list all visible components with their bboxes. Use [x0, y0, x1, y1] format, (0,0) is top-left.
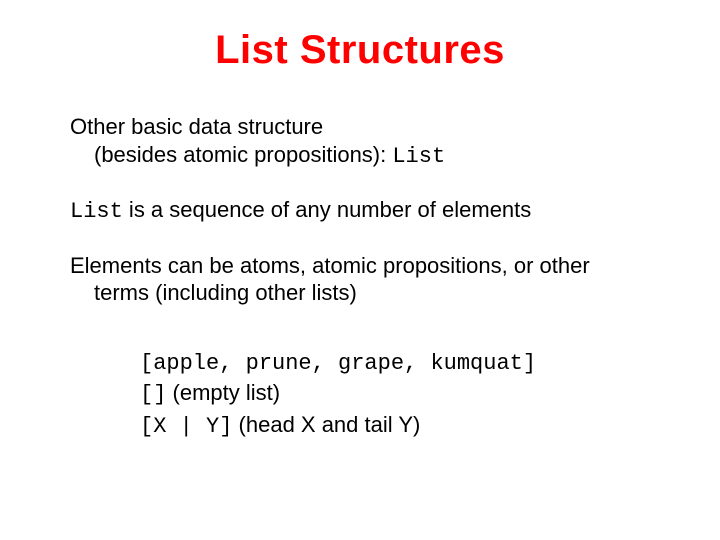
para2-rest: is a sequence of any number of elements	[123, 197, 531, 222]
example-3-code: [X | Y]	[140, 414, 232, 439]
example-1: [apple, prune, grape, kumquat]	[140, 347, 650, 379]
slide: List Structures Other basic data structu…	[0, 0, 720, 540]
example-2-code: []	[140, 382, 166, 407]
para2-code-list: List	[70, 199, 123, 224]
slide-title: List Structures	[70, 28, 650, 73]
example-3: [X | Y] (head X and tail Y)	[140, 410, 650, 442]
paragraph-3: Elements can be atoms, atomic propositio…	[70, 252, 650, 307]
paragraph-2: List is a sequence of any number of elem…	[70, 196, 650, 226]
example-3-note: (head X and tail Y)	[232, 412, 420, 437]
example-2-note: (empty list)	[166, 380, 280, 405]
para1-code-list: List	[392, 144, 445, 169]
example-2: [] (empty list)	[140, 378, 650, 410]
para1-line2-text: (besides atomic propositions):	[94, 142, 392, 167]
example-1-code: [apple, prune, grape, kumquat]	[140, 351, 536, 376]
para1-line1: Other basic data structure	[70, 114, 323, 139]
examples-block: [apple, prune, grape, kumquat] [] (empty…	[140, 347, 650, 442]
paragraph-1: Other basic data structure (besides atom…	[70, 113, 650, 170]
